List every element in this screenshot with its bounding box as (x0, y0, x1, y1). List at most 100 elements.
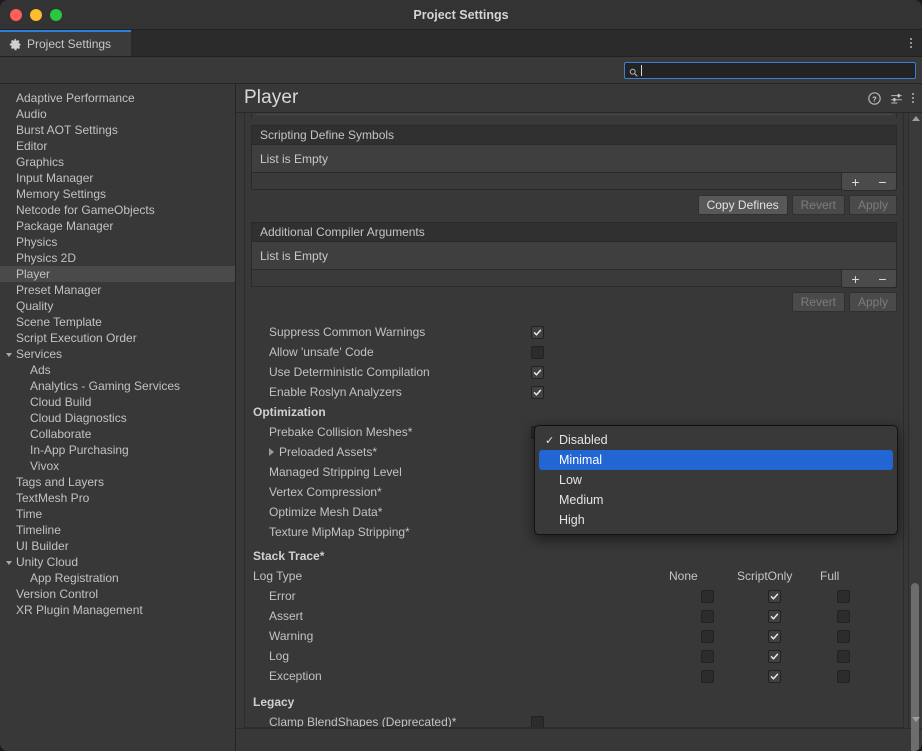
sidebar-item-cloud-diagnostics[interactable]: Cloud Diagnostics (0, 410, 235, 426)
kebab-menu-icon (912, 93, 914, 103)
sidebar-item-timeline[interactable]: Timeline (0, 522, 235, 538)
sidebar-item-physics-2d[interactable]: Physics 2D (0, 250, 235, 266)
sidebar-item-script-execution-order[interactable]: Script Execution Order (0, 330, 235, 346)
copy-defines-button[interactable]: Copy Defines (698, 195, 788, 215)
window-title-bar: Project Settings (0, 0, 922, 30)
stack-trace-none-checkbox[interactable] (701, 590, 714, 603)
dropdown-option-disabled[interactable]: ✓Disabled (539, 430, 893, 450)
sidebar-item-vivox[interactable]: Vivox (0, 458, 235, 474)
remove-define-button[interactable]: − (869, 173, 896, 190)
sidebar-item-player[interactable]: Player (0, 266, 235, 282)
sidebar-item-tags-and-layers[interactable]: Tags and Layers (0, 474, 235, 490)
sidebar-item-label: UI Builder (16, 539, 69, 553)
preset-icon[interactable] (890, 92, 903, 105)
settings-inner-box: Scripting Define Symbols List is Empty +… (244, 113, 904, 728)
stack-trace-none-checkbox[interactable] (701, 630, 714, 643)
stack-trace-full-checkbox[interactable] (837, 610, 850, 623)
help-icon[interactable]: ? (868, 92, 881, 105)
sidebar-item-ads[interactable]: Ads (0, 362, 235, 378)
stack-trace-scriptonly-checkbox[interactable] (768, 630, 781, 643)
sidebar-item-physics[interactable]: Physics (0, 234, 235, 250)
sidebar-item-xr-plugin-management[interactable]: XR Plugin Management (0, 602, 235, 618)
sidebar-item-label: Netcode for GameObjects (16, 203, 155, 217)
sidebar-item-label: Collaborate (30, 427, 91, 441)
sidebar-item-textmesh-pro[interactable]: TextMesh Pro (0, 490, 235, 506)
stack-trace-none-checkbox[interactable] (701, 670, 714, 683)
settings-sidebar[interactable]: Adaptive PerformanceAudioBurst AOT Setti… (0, 84, 236, 751)
scripting-define-symbols-footer: + − (251, 173, 897, 190)
stack-trace-full-checkbox[interactable] (837, 630, 850, 643)
window-body: Adaptive PerformanceAudioBurst AOT Setti… (0, 84, 922, 751)
stack-trace-full-checkbox[interactable] (837, 650, 850, 663)
add-define-button[interactable]: + (842, 173, 869, 190)
panel-scroll-content: Scripting Define Symbols List is Empty +… (236, 113, 908, 728)
search-icon (629, 66, 638, 75)
sidebar-item-preset-manager[interactable]: Preset Manager (0, 282, 235, 298)
scrollbar-thumb[interactable] (911, 583, 919, 751)
tab-project-settings[interactable]: Project Settings (0, 30, 131, 56)
vertical-scrollbar[interactable] (908, 113, 922, 728)
sidebar-item-time[interactable]: Time (0, 506, 235, 522)
sidebar-item-package-manager[interactable]: Package Manager (0, 218, 235, 234)
stack-trace-row-label: Exception (269, 669, 322, 683)
maximize-window-button[interactable] (50, 9, 62, 21)
sidebar-item-burst-aot-settings[interactable]: Burst AOT Settings (0, 122, 235, 138)
sidebar-item-collaborate[interactable]: Collaborate (0, 426, 235, 442)
stack-trace-scriptonly-checkbox[interactable] (768, 610, 781, 623)
dropdown-option-label: Disabled (559, 433, 608, 447)
compile-option-checkbox[interactable] (531, 386, 544, 399)
tab-bar-menu-button[interactable] (900, 30, 922, 56)
dropdown-option-medium[interactable]: Medium (539, 490, 893, 510)
chevron-down-icon[interactable] (6, 353, 12, 357)
panel-menu-button[interactable] (912, 93, 914, 103)
sidebar-item-in-app-purchasing[interactable]: In-App Purchasing (0, 442, 235, 458)
close-window-button[interactable] (10, 9, 22, 21)
sidebar-item-label: Physics (16, 235, 57, 249)
window-title: Project Settings (0, 8, 922, 22)
sidebar-item-app-registration[interactable]: App Registration (0, 570, 235, 586)
compile-option-checkbox[interactable] (531, 346, 544, 359)
managed-stripping-level-dropdown[interactable]: ✓DisabledMinimalLowMediumHigh (534, 425, 898, 535)
stack-trace-scriptonly-checkbox[interactable] (768, 590, 781, 603)
sidebar-item-cloud-build[interactable]: Cloud Build (0, 394, 235, 410)
sidebar-item-unity-cloud[interactable]: Unity Cloud (0, 554, 235, 570)
sidebar-item-quality[interactable]: Quality (0, 298, 235, 314)
sidebar-item-scene-template[interactable]: Scene Template (0, 314, 235, 330)
stack-trace-scriptonly-checkbox[interactable] (768, 670, 781, 683)
stack-trace-full-checkbox[interactable] (837, 670, 850, 683)
sidebar-item-version-control[interactable]: Version Control (0, 586, 235, 602)
revert-defines-button[interactable]: Revert (792, 195, 845, 215)
sidebar-item-graphics[interactable]: Graphics (0, 154, 235, 170)
stack-trace-scriptonly-checkbox[interactable] (768, 650, 781, 663)
player-settings-panel: Player ? (236, 84, 922, 751)
search-input[interactable] (624, 62, 916, 79)
apply-defines-button[interactable]: Apply (849, 195, 897, 215)
dropdown-option-minimal[interactable]: Minimal (539, 450, 893, 470)
chevron-down-icon[interactable] (6, 561, 12, 565)
stack-trace-full-checkbox[interactable] (837, 590, 850, 603)
stack-trace-row: Log (245, 646, 903, 666)
sidebar-item-audio[interactable]: Audio (0, 106, 235, 122)
stack-trace-none-checkbox[interactable] (701, 610, 714, 623)
sidebar-item-adaptive-performance[interactable]: Adaptive Performance (0, 90, 235, 106)
sidebar-item-editor[interactable]: Editor (0, 138, 235, 154)
add-compiler-argument-button[interactable]: + (842, 270, 869, 287)
remove-compiler-argument-button[interactable]: − (869, 270, 896, 287)
minimize-window-button[interactable] (30, 9, 42, 21)
apply-compiler-arguments-button[interactable]: Apply (849, 292, 897, 312)
sidebar-item-ui-builder[interactable]: UI Builder (0, 538, 235, 554)
revert-compiler-arguments-button[interactable]: Revert (792, 292, 845, 312)
sidebar-item-analytics-gaming-services[interactable]: Analytics - Gaming Services (0, 378, 235, 394)
sidebar-item-input-manager[interactable]: Input Manager (0, 170, 235, 186)
sidebar-item-services[interactable]: Services (0, 346, 235, 362)
scroll-down-arrow-icon[interactable] (912, 717, 920, 722)
stack-trace-none-checkbox[interactable] (701, 650, 714, 663)
sidebar-item-memory-settings[interactable]: Memory Settings (0, 186, 235, 202)
dropdown-option-low[interactable]: Low (539, 470, 893, 490)
scroll-up-arrow-icon[interactable] (912, 116, 920, 121)
clamp-blendshapes-checkbox[interactable] (531, 716, 544, 729)
sidebar-item-netcode-for-gameobjects[interactable]: Netcode for GameObjects (0, 202, 235, 218)
dropdown-option-high[interactable]: High (539, 510, 893, 530)
compile-option-checkbox[interactable] (531, 326, 544, 339)
compile-option-checkbox[interactable] (531, 366, 544, 379)
